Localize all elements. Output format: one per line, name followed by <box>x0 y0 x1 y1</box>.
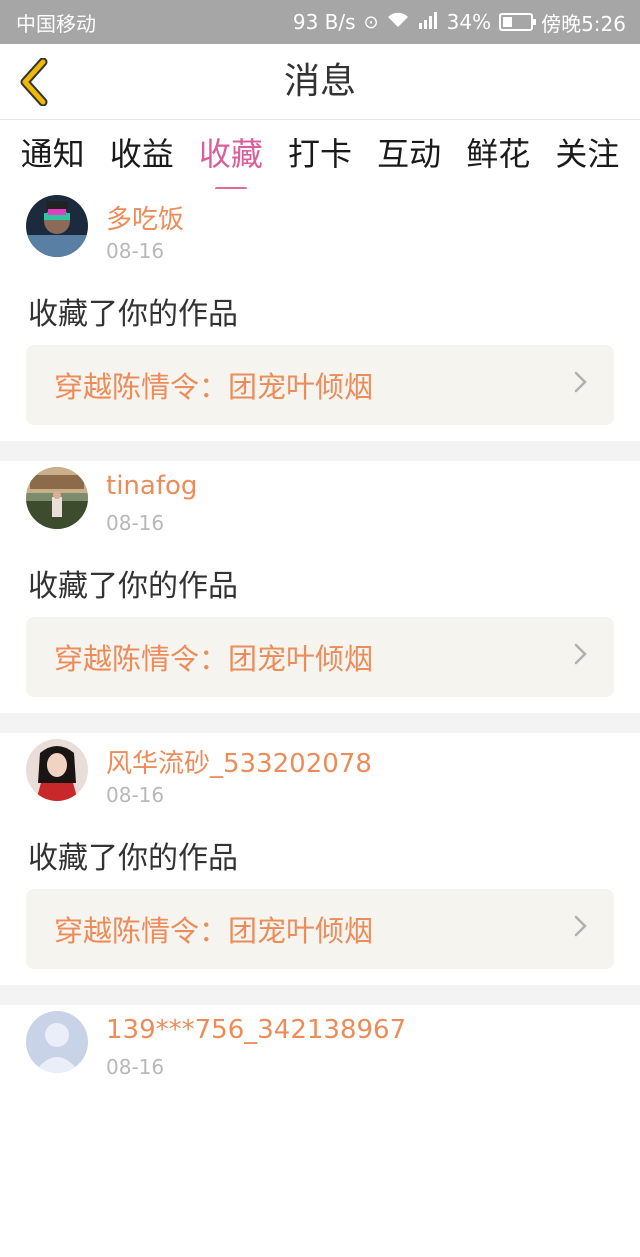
wifi-icon <box>387 11 409 34</box>
work-title: 穿越陈情令：团宠叶倾烟 <box>54 914 374 948</box>
item-separator <box>0 713 640 733</box>
tab-0[interactable]: 通知 <box>21 129 85 181</box>
username[interactable]: 多吃饭 <box>106 199 184 236</box>
tab-4[interactable]: 互动 <box>377 129 441 181</box>
username[interactable]: 139***756_342138967 <box>106 1015 406 1045</box>
nav-bar: 消息 <box>0 44 640 120</box>
tab-2[interactable]: 收藏 <box>199 129 263 191</box>
carrier-label: 中国移动 <box>16 11 96 36</box>
avatar[interactable] <box>26 467 88 529</box>
work-link[interactable]: 穿越陈情令：团宠叶倾烟 <box>26 345 614 425</box>
action-text: 收藏了你的作品 <box>28 841 238 876</box>
clock: 傍晚5:26 <box>541 11 626 36</box>
page-title: 消息 <box>283 61 356 102</box>
username[interactable]: tinafog <box>106 471 197 501</box>
item-separator <box>0 441 640 461</box>
status-right: 93 B/s ⊙ 34% 傍晚5:26 <box>293 8 626 37</box>
message-date: 08-16 <box>106 1055 165 1079</box>
message-date: 08-16 <box>106 783 165 807</box>
action-text: 收藏了你的作品 <box>28 297 238 332</box>
message-date: 08-16 <box>106 239 165 263</box>
tab-3[interactable]: 打卡 <box>288 129 352 181</box>
chevron-right-icon <box>574 642 588 672</box>
message-feed: 多吃饭 08-16 收藏了你的作品 穿越陈情令：团宠叶倾烟 tinafog 08-16 收藏… <box>0 189 640 1257</box>
message-item: tinafog 08-16 收藏了你的作品穿越陈情令：团宠叶倾烟 <box>0 461 640 713</box>
battery-percent: 34% <box>446 10 492 34</box>
tab-5[interactable]: 鲜花 <box>466 129 530 181</box>
username[interactable]: 风华流砂_533202078 <box>106 743 372 780</box>
message-item: 多吃饭 08-16 收藏了你的作品穿越陈情令：团宠叶倾烟 <box>0 189 640 441</box>
hd-icon: ⊙ <box>363 11 379 33</box>
tab-bar: 通知 收益 收藏 打卡 互动 鲜花 关注 <box>0 121 640 191</box>
work-link[interactable]: 穿越陈情令：团宠叶倾烟 <box>26 617 614 697</box>
network-speed: 93 B/s <box>292 10 356 34</box>
work-link[interactable]: 穿越陈情令：团宠叶倾烟 <box>26 889 614 969</box>
chevron-right-icon <box>574 914 588 944</box>
avatar[interactable] <box>26 739 88 801</box>
message-item: 139***756_342138967 08-16 <box>0 1005 640 1257</box>
tab-1[interactable]: 收益 <box>110 129 174 181</box>
chevron-right-icon <box>574 370 588 400</box>
avatar[interactable] <box>26 1011 88 1073</box>
work-title: 穿越陈情令：团宠叶倾烟 <box>54 370 374 404</box>
avatar[interactable] <box>26 195 88 257</box>
action-text: 收藏了你的作品 <box>28 569 238 604</box>
status-bar: 中国移动 93 B/s ⊙ 34% 傍晚5:26 <box>0 0 640 44</box>
battery-icon <box>499 13 537 31</box>
message-item: 风华流砂_533202078 08-16 收藏了你的作品穿越陈情令：团宠叶倾烟 <box>0 733 640 985</box>
message-date: 08-16 <box>106 511 165 535</box>
signal-icon <box>417 11 439 34</box>
item-separator <box>0 985 640 1005</box>
work-title: 穿越陈情令：团宠叶倾烟 <box>54 642 374 676</box>
tab-6[interactable]: 关注 <box>555 129 619 181</box>
